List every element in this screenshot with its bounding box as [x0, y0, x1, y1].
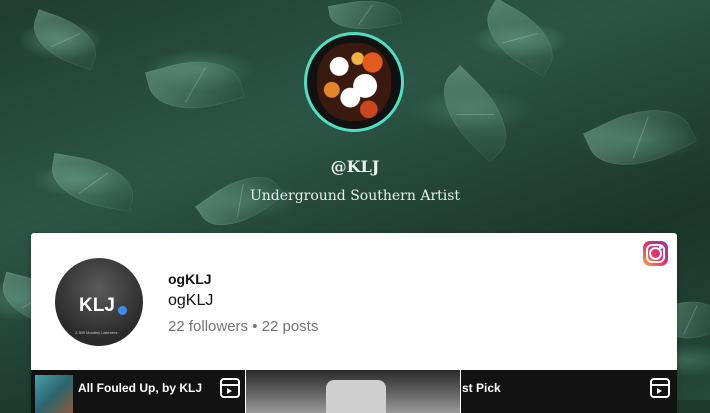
instagram-icon[interactable] [643, 241, 668, 266]
instagram-embed-card[interactable]: KLJ 2,399 Monthly Listeners ogKLJ ogKLJ … [31, 233, 677, 413]
post-thumbnail [35, 375, 73, 413]
profile-avatar [304, 32, 404, 132]
instagram-avatar[interactable]: KLJ 2,399 Monthly Listeners [55, 258, 143, 346]
verified-icon [118, 306, 127, 315]
post-title: All Fouled Up, by KLJ [78, 381, 203, 395]
instagram-name: ogKLJ [168, 292, 214, 309]
instagram-stats: 22 followers • 22 posts [168, 318, 319, 335]
avatar-image [317, 43, 391, 121]
post-title: st Pick [462, 381, 501, 395]
reels-icon [220, 378, 240, 398]
profile-handle: @KLJ [330, 157, 380, 176]
post-tile[interactable]: st Pick [461, 370, 677, 413]
avatar-text: KLJ [79, 295, 115, 316]
post-grid: All Fouled Up, by KLJ st Pick [31, 370, 677, 413]
post-image [326, 380, 386, 413]
reels-icon [650, 378, 670, 398]
profile-bio: Underground Southern Artist [249, 188, 461, 204]
post-tile[interactable]: All Fouled Up, by KLJ [31, 370, 245, 413]
avatar-subtext: 2,399 Monthly Listeners [75, 330, 118, 335]
instagram-username[interactable]: ogKLJ [168, 271, 212, 287]
post-tile[interactable] [246, 370, 460, 413]
